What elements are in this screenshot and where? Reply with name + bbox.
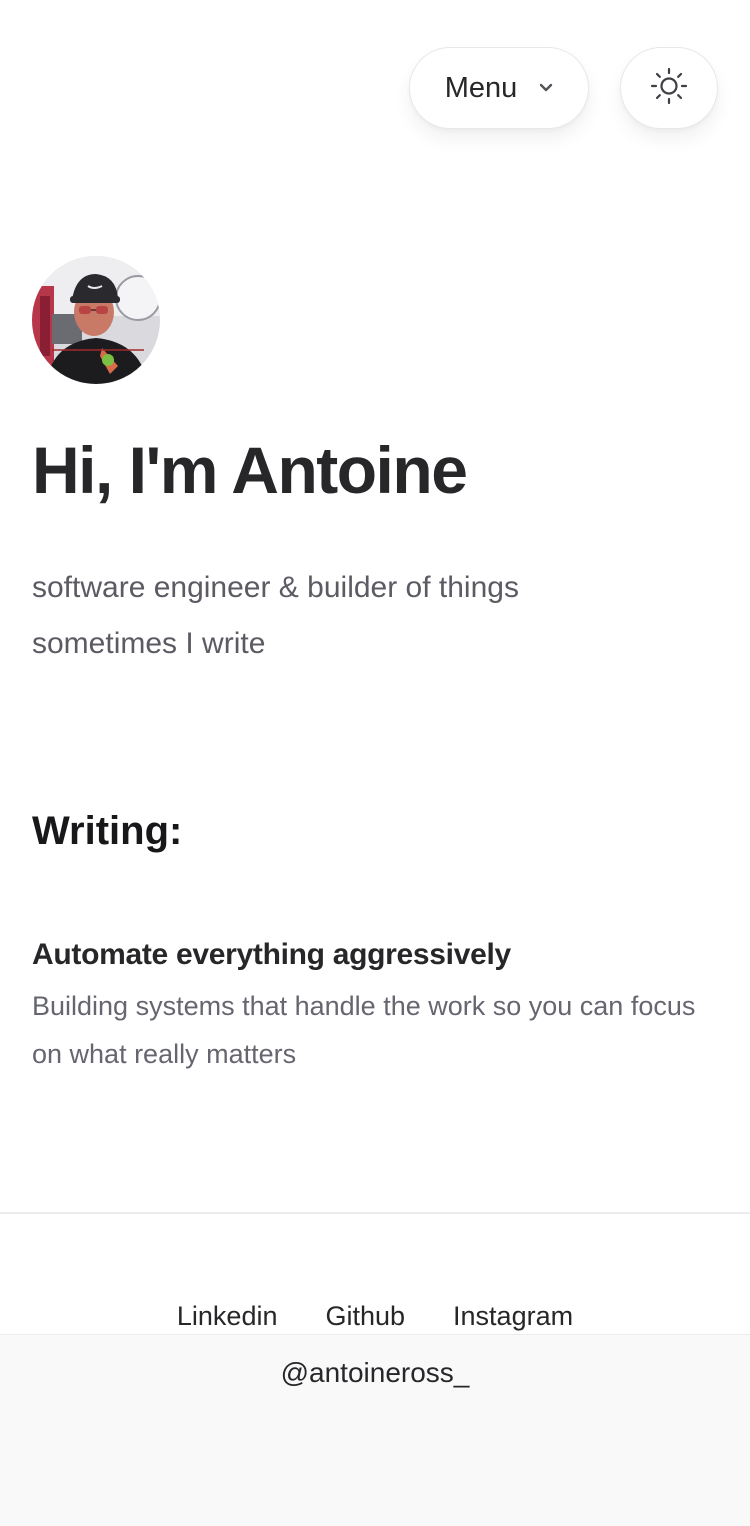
sun-icon xyxy=(649,66,689,111)
footer-link-linkedin[interactable]: Linkedin xyxy=(177,1296,278,1336)
social-handle: @antoineross_ xyxy=(280,1357,470,1388)
avatar xyxy=(32,256,160,384)
post-title-link[interactable]: Automate everything aggressively xyxy=(32,934,722,976)
footer-link-github[interactable]: Github xyxy=(325,1296,405,1336)
writing-section-title: Writing: xyxy=(32,809,183,853)
post-description: Building systems that handle the work so… xyxy=(32,991,696,1069)
bio-line: sometimes I write xyxy=(32,627,266,660)
footer-bottom: @antoineross_ xyxy=(0,1334,750,1526)
header: Menu xyxy=(409,47,718,129)
menu-label: Menu xyxy=(444,71,518,104)
post-item[interactable]: Automate everything aggressively Buildin… xyxy=(32,934,722,1078)
footer-link-instagram[interactable]: Instagram xyxy=(453,1296,573,1336)
footer-links: Linkedin Github Instagram xyxy=(0,1296,750,1336)
bio-line: software engineer & builder of things xyxy=(32,571,519,604)
divider xyxy=(0,1212,750,1214)
theme-toggle-button[interactable] xyxy=(620,47,718,129)
page-title: Hi, I'm Antoine xyxy=(32,433,468,507)
menu-button[interactable]: Menu xyxy=(409,47,589,129)
chevron-down-icon xyxy=(539,83,553,93)
page: Menu Hi, I'm Antoine software engineer &… xyxy=(0,0,750,1526)
bio: software engineer & builder of things so… xyxy=(32,560,519,672)
